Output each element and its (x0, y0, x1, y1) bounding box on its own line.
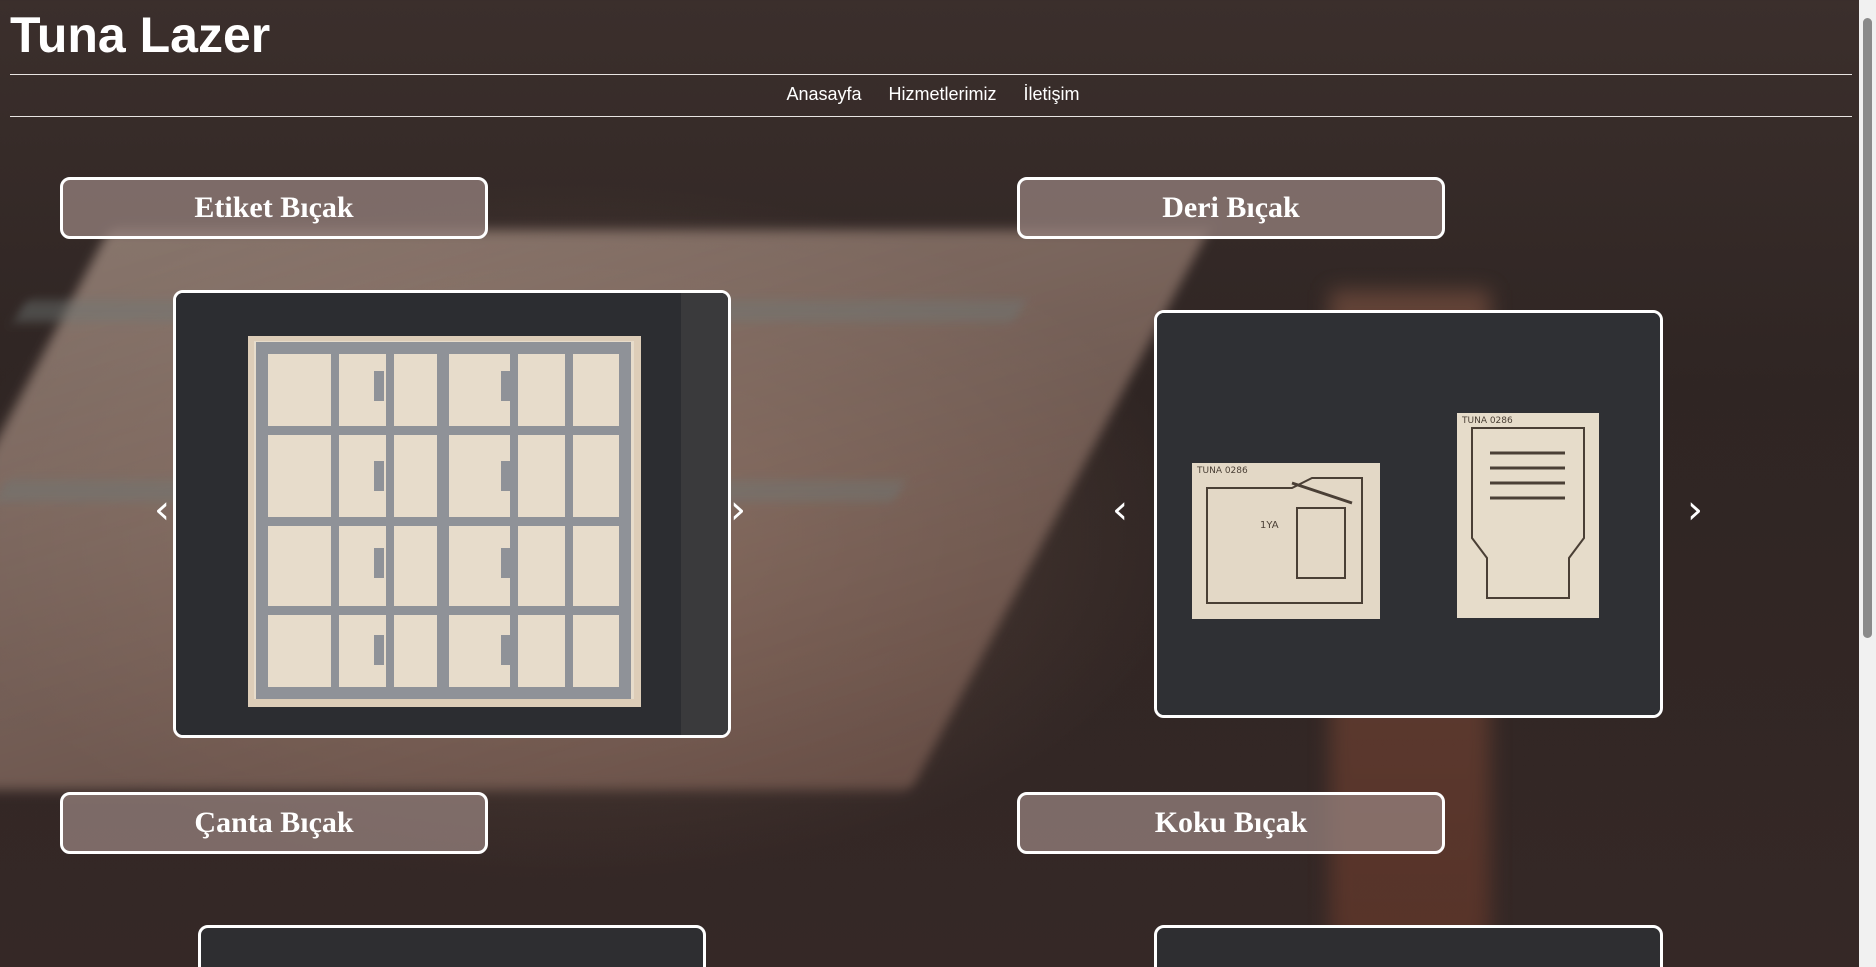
die-board-photo (176, 293, 728, 735)
carousel-next-deri[interactable]: › (1687, 490, 1703, 530)
section-title-etiket: Etiket Bıçak (60, 177, 488, 239)
header-divider (10, 74, 1852, 75)
photo-label-small: TUNA 0286 (1461, 416, 1513, 426)
chevron-right-icon: › (730, 487, 746, 533)
carousel-next-etiket[interactable]: › (730, 490, 746, 530)
nav-divider (10, 116, 1852, 117)
nav-item-hizmetlerimiz[interactable]: Hizmetlerimiz (889, 84, 997, 105)
carousel-image-koku (1154, 925, 1663, 967)
chevron-left-icon: ‹ (1112, 487, 1128, 533)
photo-label-small: TUNA 0286 (1196, 466, 1248, 476)
section-title-canta: Çanta Bıçak (60, 792, 488, 854)
chevron-right-icon: › (1687, 487, 1703, 533)
nav-item-anasayfa[interactable]: Anasayfa (786, 84, 861, 105)
carousel-image-etiket (173, 290, 731, 738)
main-nav: Anasayfa Hizmetlerimiz İletişim (0, 84, 1866, 105)
chevron-left-icon: ‹ (154, 487, 170, 533)
carousel-image-deri: TUNA 0286 TUNA 0286 1YA (1154, 310, 1663, 718)
leather-die-photo: TUNA 0286 TUNA 0286 1YA (1157, 313, 1660, 715)
section-title-deri: Deri Bıçak (1017, 177, 1445, 239)
page-scrollbar[interactable] (1859, 0, 1876, 967)
carousel-prev-deri[interactable]: ‹ (1112, 490, 1128, 530)
scrollbar-thumb[interactable] (1863, 18, 1872, 638)
page: Tuna Lazer Anasayfa Hizmetlerimiz İletiş… (0, 0, 1876, 967)
section-title-koku: Koku Bıçak (1017, 792, 1445, 854)
site-title[interactable]: Tuna Lazer (10, 6, 270, 64)
photo-label-mid: 1YA (1260, 520, 1279, 531)
nav-item-iletisim[interactable]: İletişim (1024, 84, 1080, 105)
carousel-prev-etiket[interactable]: ‹ (154, 490, 170, 530)
carousel-image-canta (198, 925, 706, 967)
